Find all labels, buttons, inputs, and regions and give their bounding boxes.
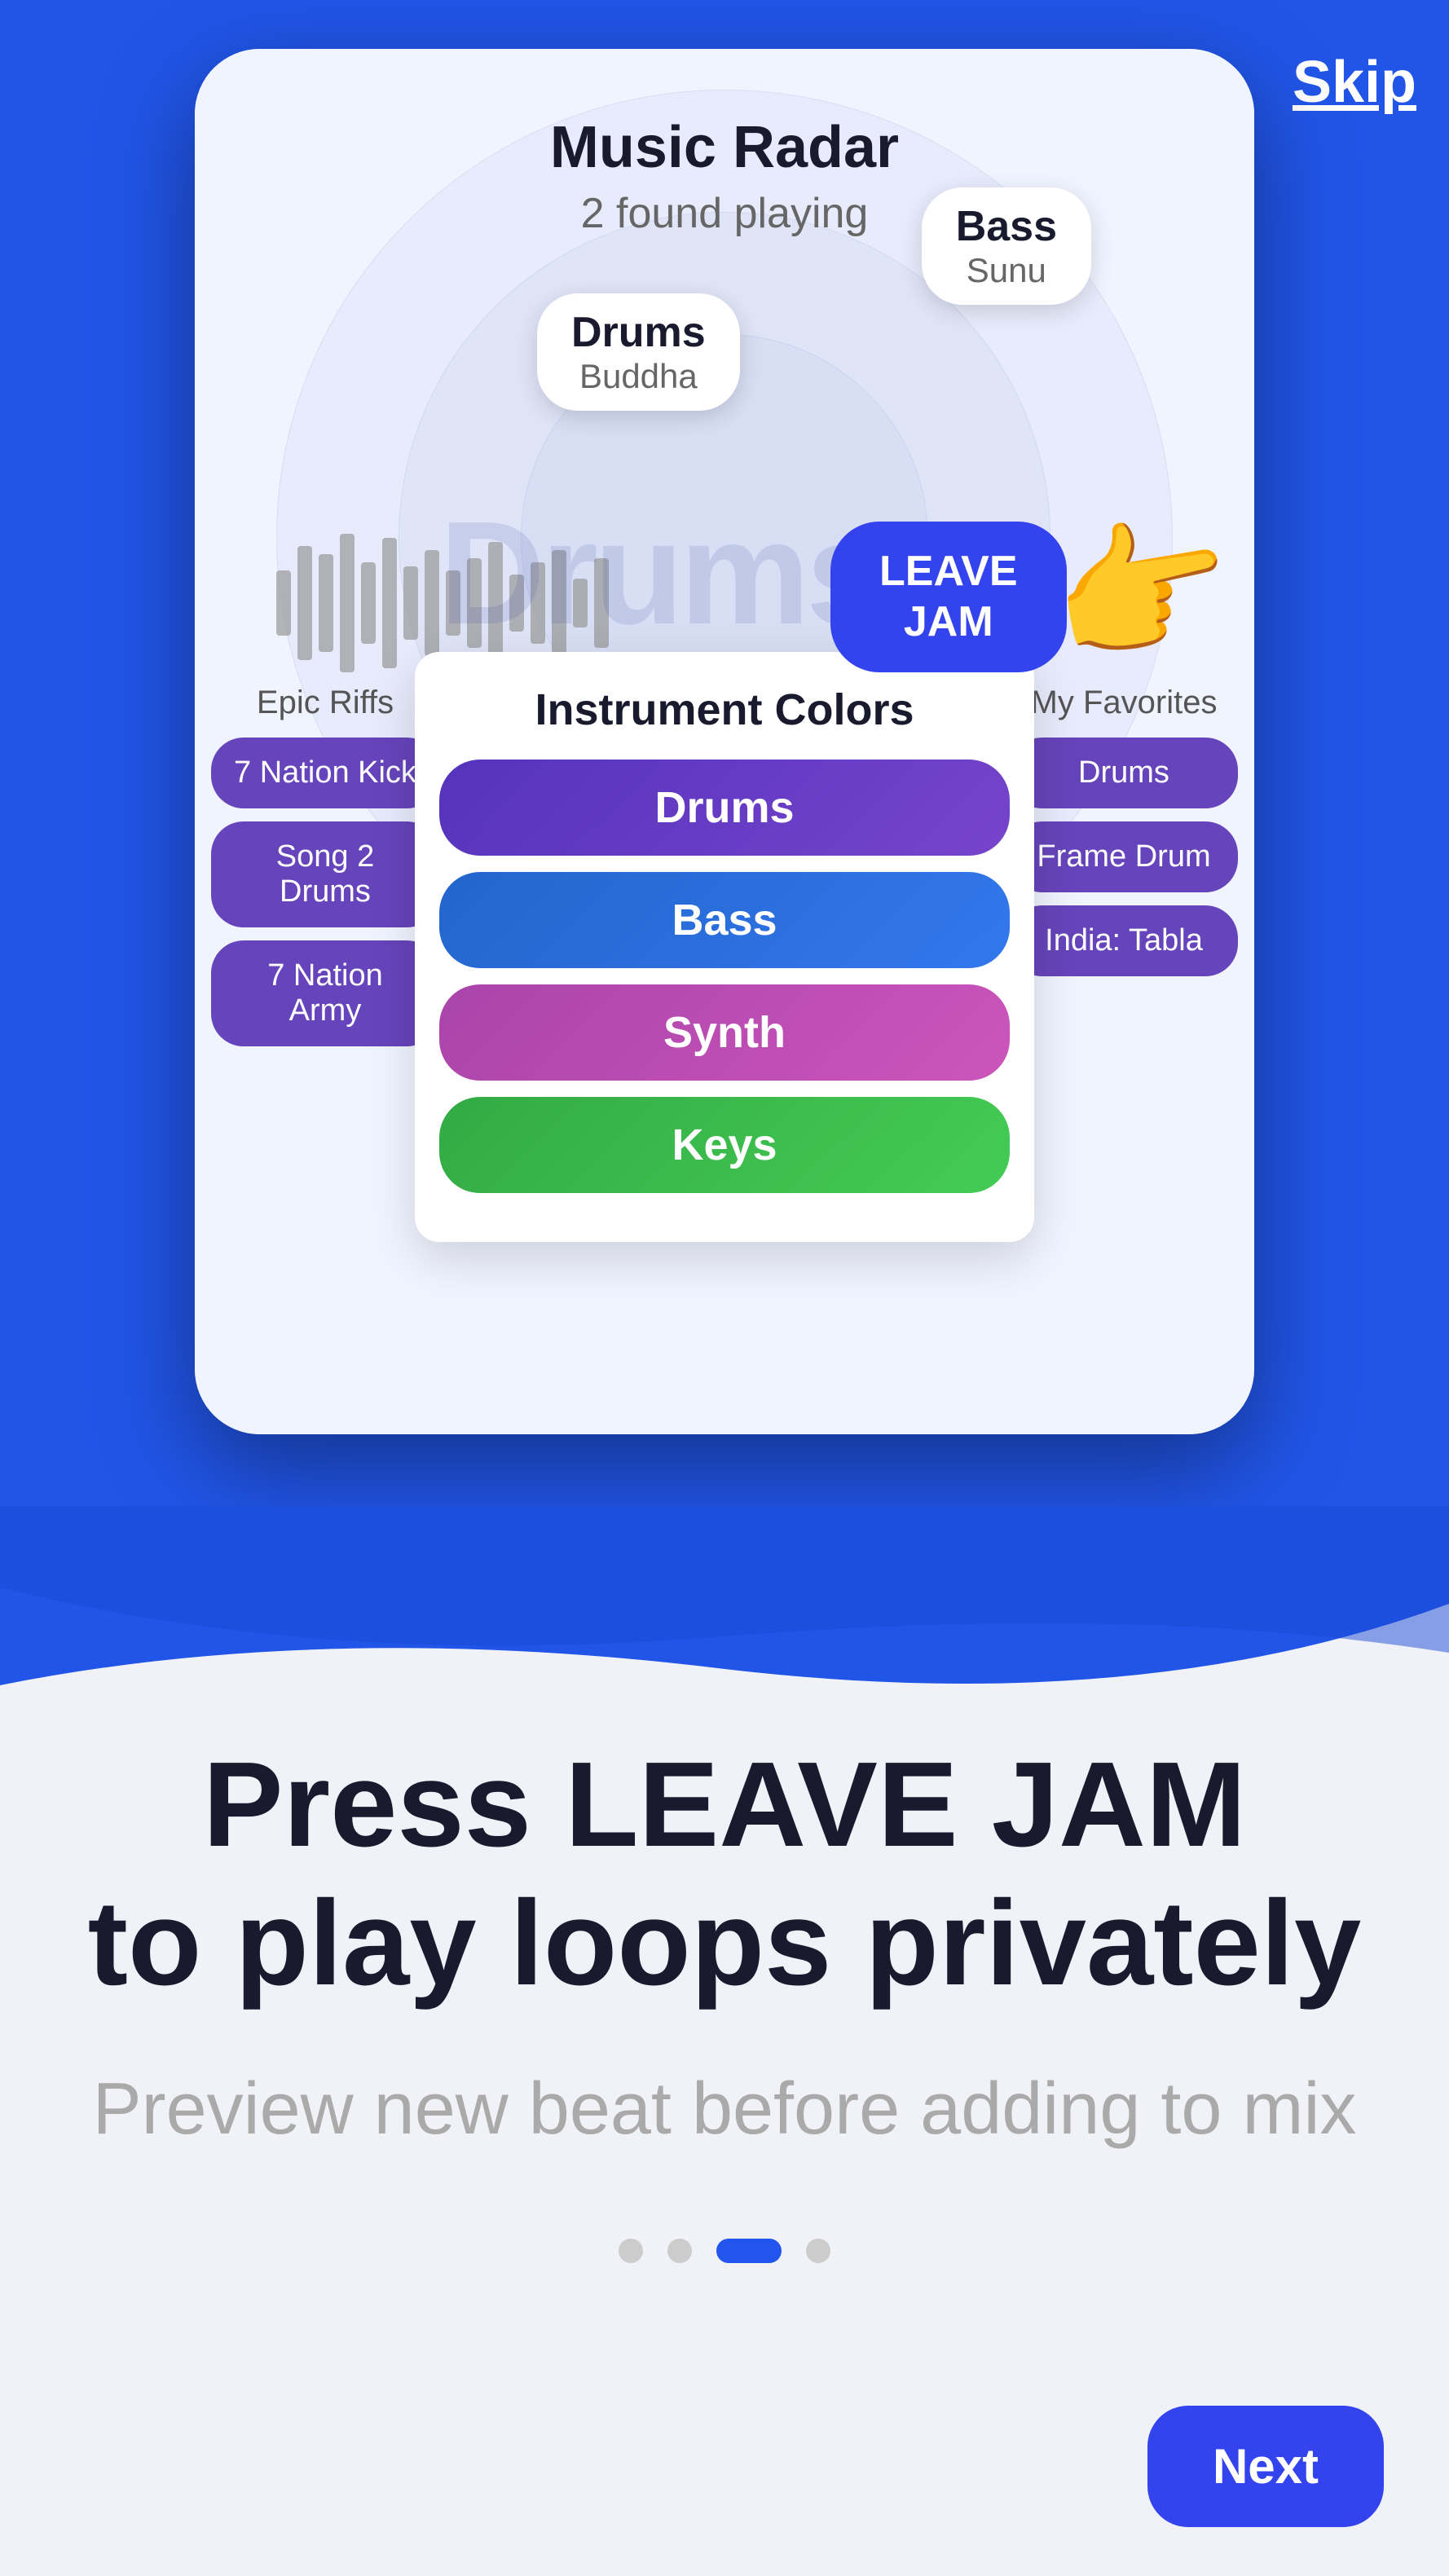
- pagination-dot-4[interactable]: [806, 2239, 830, 2263]
- top-section: Skip Music Radar 2 found playing Drums B…: [0, 0, 1449, 1508]
- bass-bubble-sub: Sunu: [956, 251, 1057, 290]
- fav-item-3[interactable]: India: Tabla: [1010, 905, 1238, 976]
- drums-bubble-sub: Buddha: [571, 357, 706, 396]
- epic-riffs-panel: Epic Riffs 7 Nation Kick Song 2 Drums 7 …: [211, 685, 439, 1059]
- drums-instrument-button[interactable]: Drums: [439, 760, 1010, 856]
- synth-instrument-button[interactable]: Synth: [439, 984, 1010, 1081]
- bottom-section: Press LEAVE JAM to play loops privately …: [0, 1508, 1449, 2576]
- leave-jam-line1: LEAVE: [879, 546, 1018, 597]
- epic-riffs-title: Epic Riffs: [211, 685, 439, 721]
- panel-title: Instrument Colors: [439, 685, 1010, 735]
- my-favorites-panel: My Favorites Drums Frame Drum India: Tab…: [1010, 685, 1238, 989]
- leave-jam-line2: JAM: [879, 597, 1018, 647]
- epic-item-2[interactable]: Song 2 Drums: [211, 821, 439, 927]
- next-button[interactable]: Next: [1147, 2406, 1384, 2527]
- app-header: Music Radar 2 found playing: [195, 114, 1254, 238]
- epic-item-3[interactable]: 7 Nation Army: [211, 940, 439, 1046]
- my-favorites-title: My Favorites: [1010, 685, 1238, 721]
- drums-bubble-label: Drums: [571, 308, 706, 357]
- bass-bubble[interactable]: Bass Sunu: [922, 187, 1091, 305]
- headline-line1: Press LEAVE JAM: [49, 1736, 1400, 1874]
- main-headline: Press LEAVE JAM to play loops privately: [49, 1736, 1400, 2013]
- bass-bubble-label: Bass: [956, 202, 1057, 251]
- sub-headline: Preview new beat before adding to mix: [49, 2062, 1400, 2157]
- wave-bar: [425, 550, 439, 656]
- wave-bar: [361, 562, 376, 644]
- leave-jam-button[interactable]: LEAVE JAM: [830, 522, 1067, 672]
- epic-item-1[interactable]: 7 Nation Kick: [211, 738, 439, 808]
- app-mockup: Music Radar 2 found playing Drums Buddha…: [195, 49, 1254, 1434]
- pagination-dots: [49, 2239, 1400, 2328]
- instrument-colors-panel: Instrument Colors Drums Bass Synth Keys: [415, 652, 1034, 1242]
- wave-bar: [319, 554, 333, 652]
- wave-bar: [340, 534, 355, 672]
- pagination-dot-3-active[interactable]: [716, 2239, 782, 2263]
- drums-bubble[interactable]: Drums Buddha: [537, 293, 740, 411]
- drums-watermark: Drums: [439, 489, 883, 658]
- headline-line2: to play loops privately: [49, 1874, 1400, 2013]
- wave-divider: [0, 1506, 1449, 1718]
- radar-subtitle: 2 found playing: [195, 189, 1254, 238]
- keys-instrument-button[interactable]: Keys: [439, 1097, 1010, 1193]
- next-button-label: Next: [1213, 2439, 1319, 2494]
- bass-instrument-button[interactable]: Bass: [439, 872, 1010, 968]
- wave-bar: [276, 570, 291, 636]
- radar-title: Music Radar: [195, 114, 1254, 181]
- fav-item-1[interactable]: Drums: [1010, 738, 1238, 808]
- wave-bar: [403, 566, 418, 640]
- pagination-dot-1[interactable]: [619, 2239, 643, 2263]
- wave-bar: [297, 546, 312, 660]
- wave-bar: [382, 538, 397, 668]
- pagination-dot-2[interactable]: [667, 2239, 692, 2263]
- hand-pointer-icon: 👉: [1037, 491, 1246, 692]
- skip-button[interactable]: Skip: [1293, 49, 1416, 116]
- fav-item-2[interactable]: Frame Drum: [1010, 821, 1238, 892]
